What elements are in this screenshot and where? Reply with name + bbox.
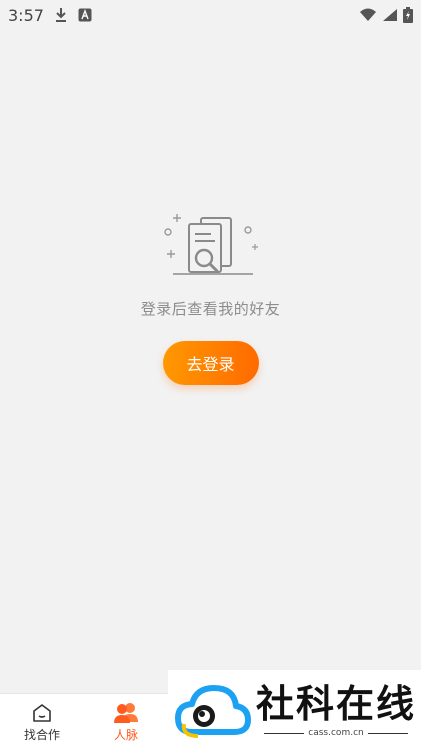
nav-item-contacts[interactable]: 人脉	[84, 694, 168, 750]
status-left: 3:57	[8, 6, 92, 25]
watermark-text: 社科在线 cass.com.cn	[256, 682, 416, 738]
login-button[interactable]: 去登录	[162, 341, 259, 385]
watermark-subtitle-row: cass.com.cn	[264, 728, 408, 738]
nav-label: 人脉	[113, 727, 138, 742]
download-icon	[54, 7, 68, 23]
nav-item-find-cooperation[interactable]: 找合作	[0, 694, 84, 750]
people-icon	[114, 702, 138, 723]
wifi-icon	[359, 8, 377, 22]
home-icon	[33, 703, 51, 722]
watermark-title: 社科在线	[256, 682, 417, 726]
signal-icon	[382, 8, 398, 22]
status-time: 3:57	[8, 5, 44, 25]
document-search-icon	[163, 214, 258, 275]
font-a-icon	[78, 8, 92, 22]
cloud-eye-logo-icon	[175, 685, 251, 738]
watermark: 社科在线 cass.com.cn	[168, 670, 421, 750]
divider	[367, 732, 408, 734]
empty-state: 登录后查看我的好友 去登录	[0, 212, 421, 385]
nav-label: 找合作	[23, 727, 60, 742]
divider	[264, 732, 305, 734]
empty-state-message: 登录后查看我的好友	[140, 300, 281, 318]
battery-icon	[403, 7, 413, 23]
status-bar: 3:57	[0, 0, 421, 30]
watermark-subtitle: cass.com.cn	[308, 728, 364, 738]
status-right	[359, 7, 413, 23]
